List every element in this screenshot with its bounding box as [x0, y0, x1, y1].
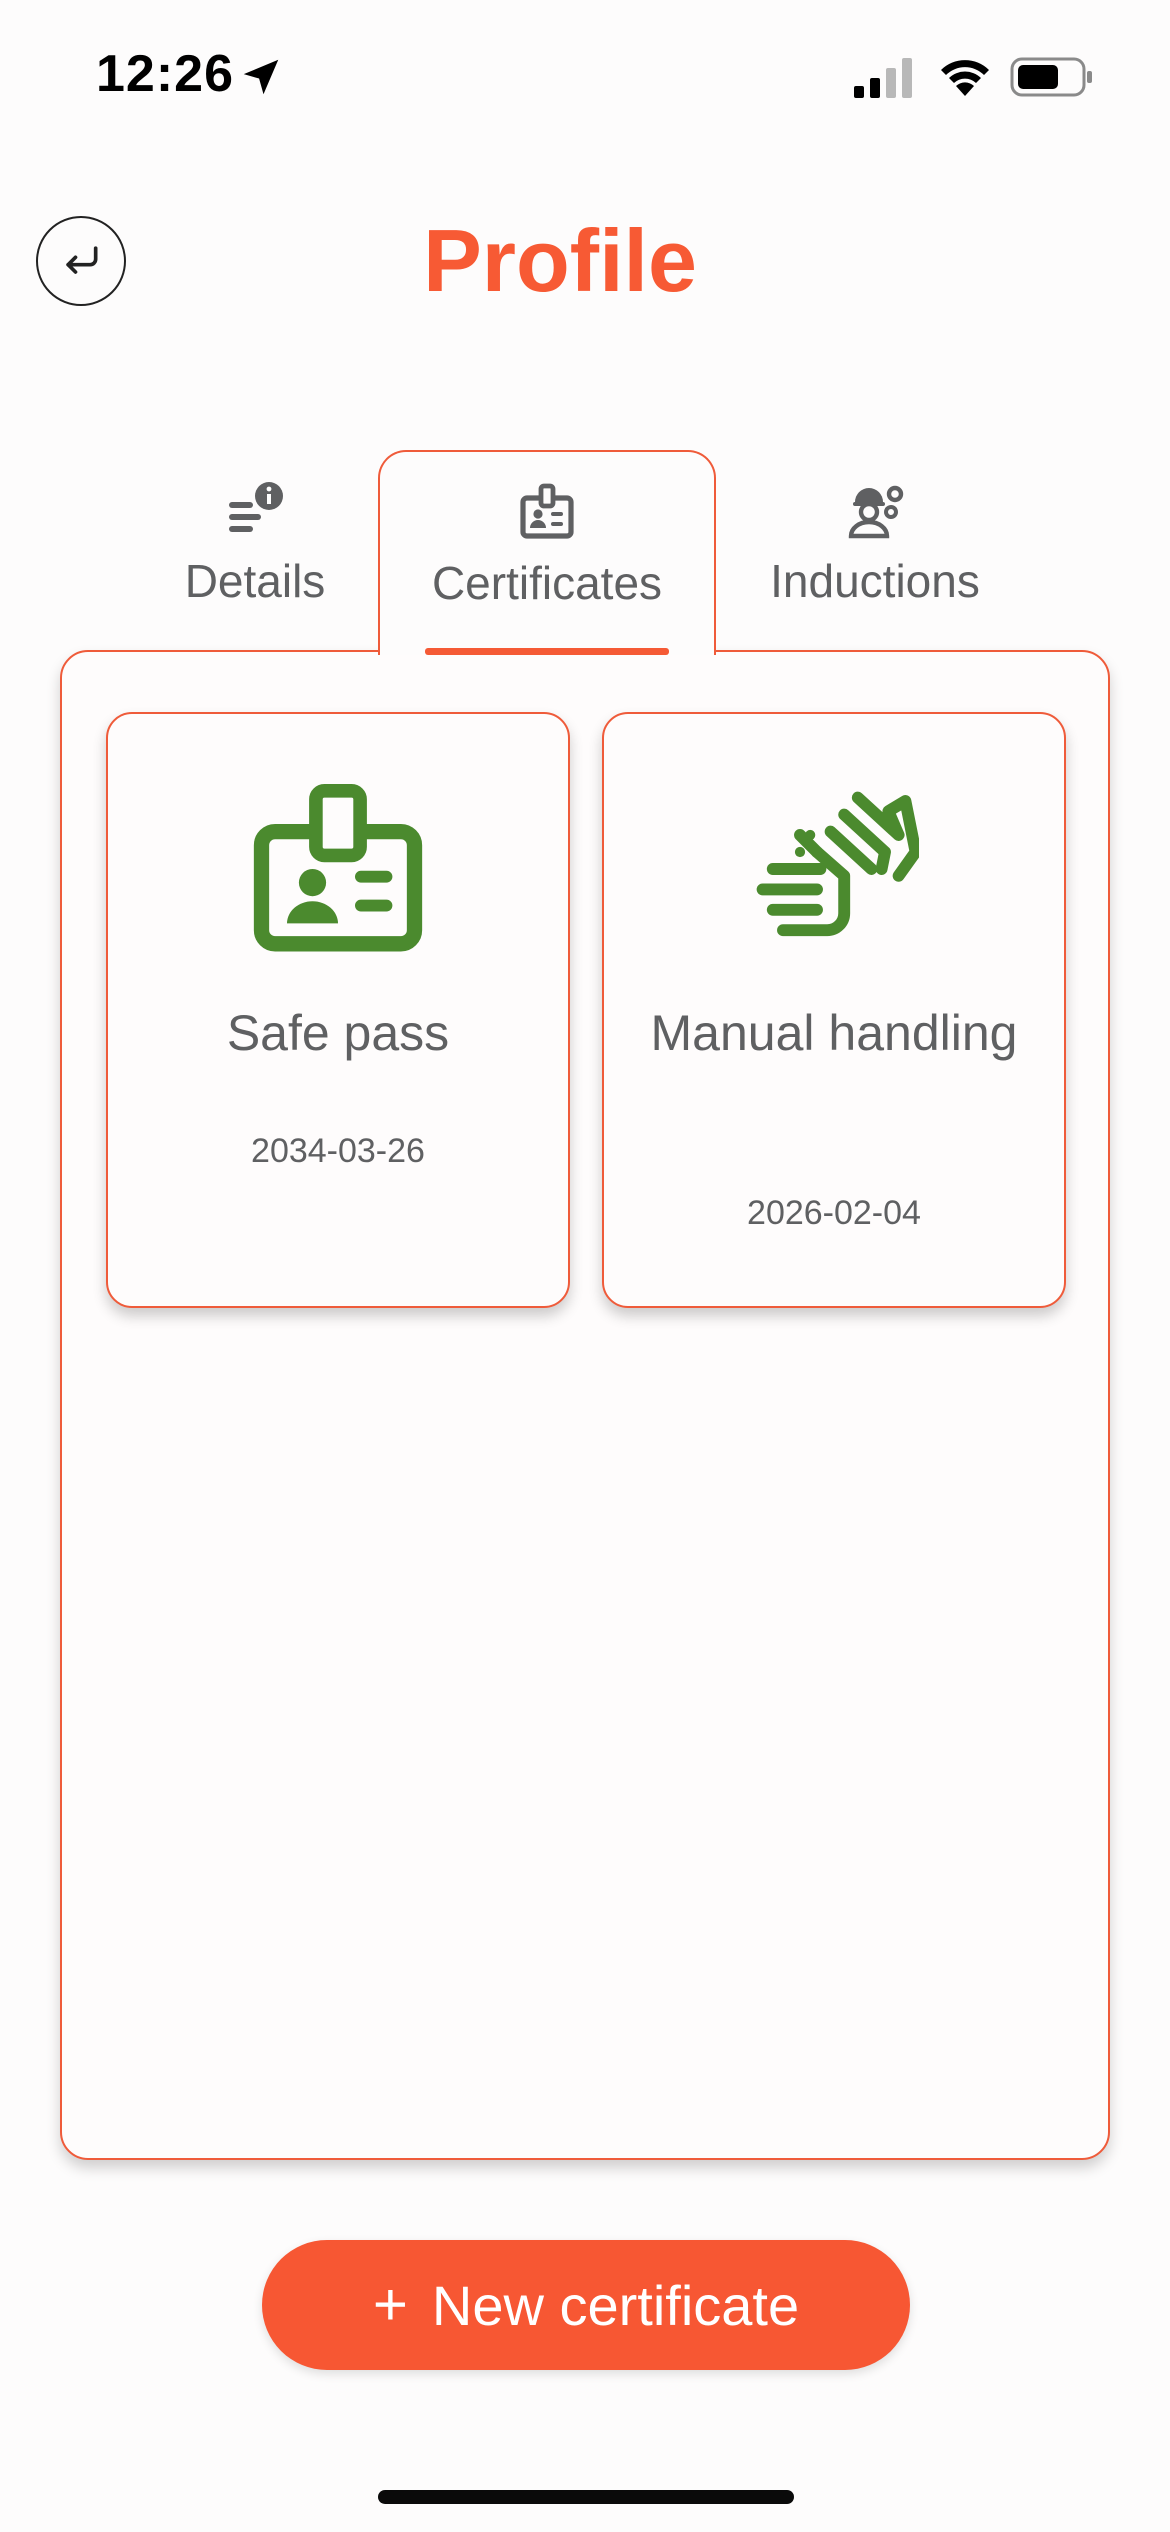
page-title: Profile [423, 211, 697, 310]
certificate-date: 2034-03-26 [251, 1132, 425, 1170]
tab-inductions[interactable]: Inductions [745, 450, 1005, 650]
certificate-card-manual-handling[interactable]: Manual handling 2026-02-04 [602, 712, 1066, 1308]
tab-certificates-label: Certificates [431, 557, 663, 609]
tab-details[interactable]: Details [150, 450, 360, 650]
active-tab-indicator [425, 648, 669, 655]
id-badge-icon [520, 483, 574, 539]
battery-icon [1010, 57, 1092, 97]
profile-screen: 12:26 Profile Details Certificates Induc… [0, 0, 1170, 2532]
tab-certificates[interactable]: Certificates [378, 450, 716, 655]
worker-gear-icon [848, 485, 904, 539]
home-indicator [378, 2490, 794, 2504]
tab-details-label: Details [184, 555, 326, 607]
new-certificate-label: New certificate [431, 2273, 800, 2337]
plus-icon: + [372, 2271, 408, 2338]
hands-icon [756, 791, 919, 937]
new-certificate-button[interactable]: + New certificate [262, 2240, 910, 2370]
certificates-panel: Safe pass 2034-03-26 Manual handling 202… [60, 650, 1110, 2160]
certificate-card-safe-pass[interactable]: Safe pass 2034-03-26 [106, 712, 570, 1308]
tab-inductions-label: Inductions [770, 555, 980, 607]
status-time: 12:26 [96, 45, 234, 103]
wifi-icon [941, 60, 989, 96]
details-info-icon [229, 482, 283, 532]
location-arrow-icon [243, 59, 279, 95]
certificate-date: 2026-02-04 [747, 1194, 921, 1232]
certificate-title: Safe pass [226, 1005, 450, 1061]
certificate-title: Manual handling [650, 1005, 1018, 1061]
id-badge-icon [253, 784, 423, 952]
cellular-signal-icon [854, 58, 912, 98]
status-bar: 12:26 [0, 0, 1170, 150]
